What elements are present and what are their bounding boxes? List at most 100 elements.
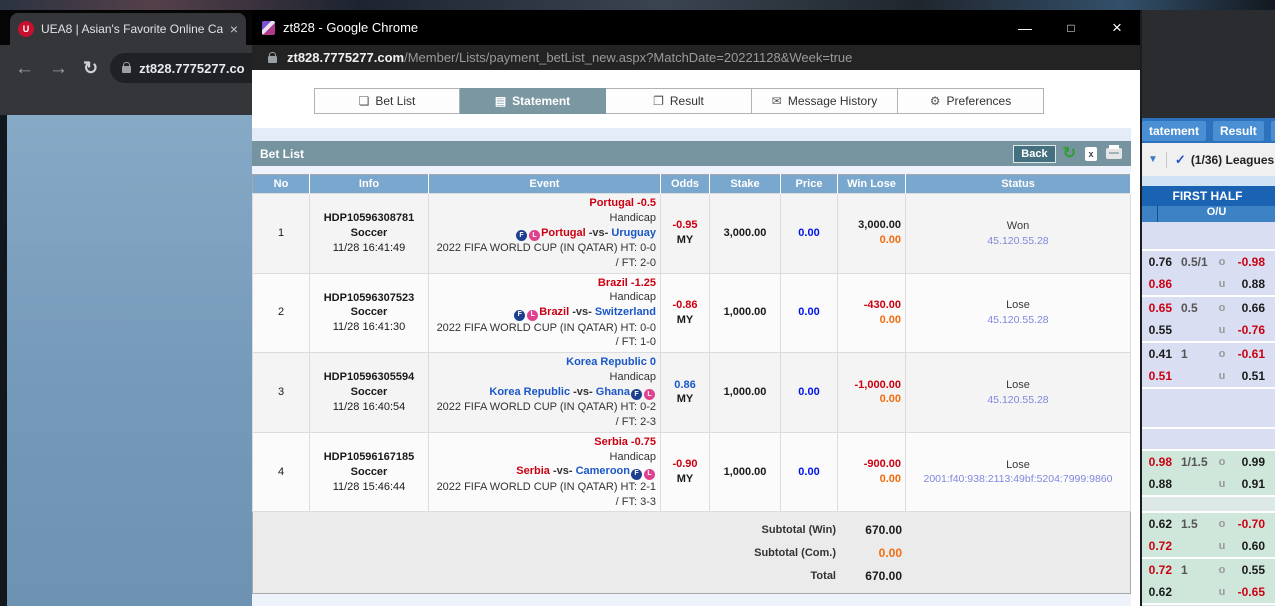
back-icon[interactable]: ←: [15, 59, 34, 78]
under-odds: 0.60: [1230, 539, 1275, 553]
odds-row[interactable]: 0.721o0.55: [1140, 559, 1275, 581]
tab-preferences[interactable]: ⚙Preferences: [898, 88, 1044, 114]
close-button[interactable]: ×: [1094, 10, 1140, 45]
home-team: Korea Republic: [489, 386, 570, 398]
live-icon[interactable]: L: [644, 389, 655, 400]
ou-subheader: O/U: [1140, 206, 1275, 222]
statement-icon: ▤: [495, 95, 506, 107]
live-icon[interactable]: L: [529, 230, 540, 241]
ou-stub-cell: [1140, 206, 1158, 222]
background-toolbar: ← → ↻ zt828.7775277.co: [0, 45, 252, 115]
odds-group: 0.650.5o0.660.55u-0.76: [1140, 297, 1275, 343]
over-label: o: [1214, 256, 1230, 268]
bet-time: 11/28 16:41:49: [314, 241, 424, 256]
window-edge: [0, 115, 7, 606]
odds-row[interactable]: 0.55u-0.76: [1140, 319, 1275, 341]
status-ip: 45.120.55.28: [910, 234, 1126, 248]
bet-time: 11/28 15:46:44: [314, 480, 424, 495]
chevron-down-icon[interactable]: ▼: [1148, 154, 1158, 165]
tab-bet-list[interactable]: ❏Bet List: [314, 88, 460, 114]
reload-icon[interactable]: ↻: [83, 59, 98, 77]
back-button[interactable]: Back: [1013, 145, 1055, 163]
export-excel-icon[interactable]: x: [1085, 147, 1097, 161]
event-icons: FL: [513, 306, 539, 318]
handicap-value: 0.5: [1172, 301, 1214, 315]
over-label: o: [1214, 564, 1230, 576]
tab-label: Preferences: [947, 94, 1012, 108]
left-odds: 0.88: [1140, 477, 1172, 491]
column-header: Win Lose: [838, 175, 906, 194]
column-header: Status: [906, 175, 1131, 194]
stats-icon[interactable]: F: [514, 310, 525, 321]
under-label: u: [1214, 324, 1230, 336]
stats-icon[interactable]: F: [516, 230, 527, 241]
print-icon[interactable]: [1106, 148, 1122, 159]
status-word: Lose: [910, 298, 1126, 313]
maximize-button[interactable]: □: [1048, 10, 1094, 45]
background-address-bar[interactable]: zt828.7775277.co: [110, 53, 252, 83]
popup-title-bar[interactable]: zt828 - Google Chrome — □ ×: [252, 10, 1140, 45]
under-odds: -0.76: [1230, 323, 1275, 337]
stats-icon[interactable]: F: [631, 469, 642, 480]
odds-row[interactable]: 0.88u0.91: [1140, 473, 1275, 495]
popup-window: zt828 - Google Chrome — □ × zt828.777527…: [252, 10, 1140, 606]
live-icon[interactable]: L: [644, 469, 655, 480]
live-icon[interactable]: L: [527, 310, 538, 321]
tab-label: Bet List: [375, 94, 415, 108]
background-tab[interactable]: U UEA8 | Asian's Favorite Online Ca ×: [10, 13, 246, 45]
odds-nav-tatement[interactable]: tatement: [1142, 121, 1206, 141]
odds-currency: MY: [665, 392, 705, 407]
bet-sport: Soccer: [314, 226, 424, 241]
forward-icon[interactable]: →: [49, 59, 68, 78]
odds-row[interactable]: 0.981/1.5o0.99: [1140, 451, 1275, 473]
odds-currency: MY: [665, 472, 705, 487]
over-label: o: [1214, 348, 1230, 360]
bet-status: Lose45.120.55.28: [906, 353, 1131, 433]
bet-pick: Portugal -0.5: [433, 196, 656, 211]
bet-price: 0.00: [781, 353, 838, 433]
odds-group: 0.981/1.5o0.990.88u0.91: [1140, 451, 1275, 497]
odds-nav-result[interactable]: Result: [1213, 121, 1264, 141]
bet-no: 3: [253, 353, 310, 433]
under-label: u: [1214, 278, 1230, 290]
popup-address-bar[interactable]: zt828.7775277.com/Member/Lists/payment_b…: [252, 45, 1140, 70]
odds-row[interactable]: 0.51u0.51: [1140, 365, 1275, 387]
win-value: -900.00: [842, 457, 901, 472]
bet-event: Brazil -1.25HandicapFLBrazil -vs- Switze…: [429, 273, 661, 353]
event-icons: FL: [630, 465, 656, 477]
odds-row[interactable]: 0.760.5/1o-0.98: [1140, 251, 1275, 273]
handicap-value: 1.5: [1172, 517, 1214, 531]
odds-row[interactable]: 0.86u0.88: [1140, 273, 1275, 295]
stats-icon[interactable]: F: [631, 389, 642, 400]
odds-row[interactable]: 0.72u0.60: [1140, 535, 1275, 557]
odds-row[interactable]: 0.650.5o0.66: [1140, 297, 1275, 319]
over-odds: -0.98: [1230, 255, 1275, 269]
tab-statement[interactable]: ▤Statement: [460, 88, 606, 114]
bet-info: HDP10596307523Soccer11/28 16:41:30: [310, 273, 429, 353]
under-label: u: [1214, 370, 1230, 382]
odds-row[interactable]: 0.621.5o-0.70: [1140, 513, 1275, 535]
bet-info: HDP10596308781Soccer11/28 16:41:49: [310, 194, 429, 274]
tab-result[interactable]: ❐Result: [606, 88, 752, 114]
table-row: 4HDP10596167185Soccer11/28 15:46:44Serbi…: [253, 432, 1131, 512]
odds-row[interactable]: 0.411o-0.61: [1140, 343, 1275, 365]
com-value: 0.00: [842, 472, 901, 487]
leagues-filter-row[interactable]: ▼ ✓ (1/36) Leagues: [1140, 143, 1275, 176]
odds-group: 0.621.5o-0.700.72u0.60: [1140, 513, 1275, 559]
summary-label: Subtotal (Com.): [253, 547, 836, 559]
tab-message-history[interactable]: ✉Message History: [752, 88, 898, 114]
bet-stake: 3,000.00: [710, 194, 781, 274]
minimize-button[interactable]: —: [1002, 10, 1048, 45]
under-odds: 0.51: [1230, 369, 1275, 383]
bet-ref: HDP10596308781: [314, 211, 424, 226]
odds-nav-preferences[interactable]: Preferences: [1271, 121, 1275, 141]
bet-sport: Soccer: [314, 465, 424, 480]
odds-row[interactable]: 0.62u-0.65: [1140, 581, 1275, 603]
tab-close-icon[interactable]: ×: [230, 22, 238, 36]
lock-icon: [268, 56, 277, 63]
background-tab-title: UEA8 | Asian's Favorite Online Ca: [41, 22, 223, 36]
bet-winlose: -430.000.00: [838, 273, 906, 353]
popup-window-title: zt828 - Google Chrome: [283, 20, 418, 35]
refresh-icon[interactable]: ↻: [1063, 146, 1076, 162]
check-icon: ✓: [1175, 152, 1186, 168]
